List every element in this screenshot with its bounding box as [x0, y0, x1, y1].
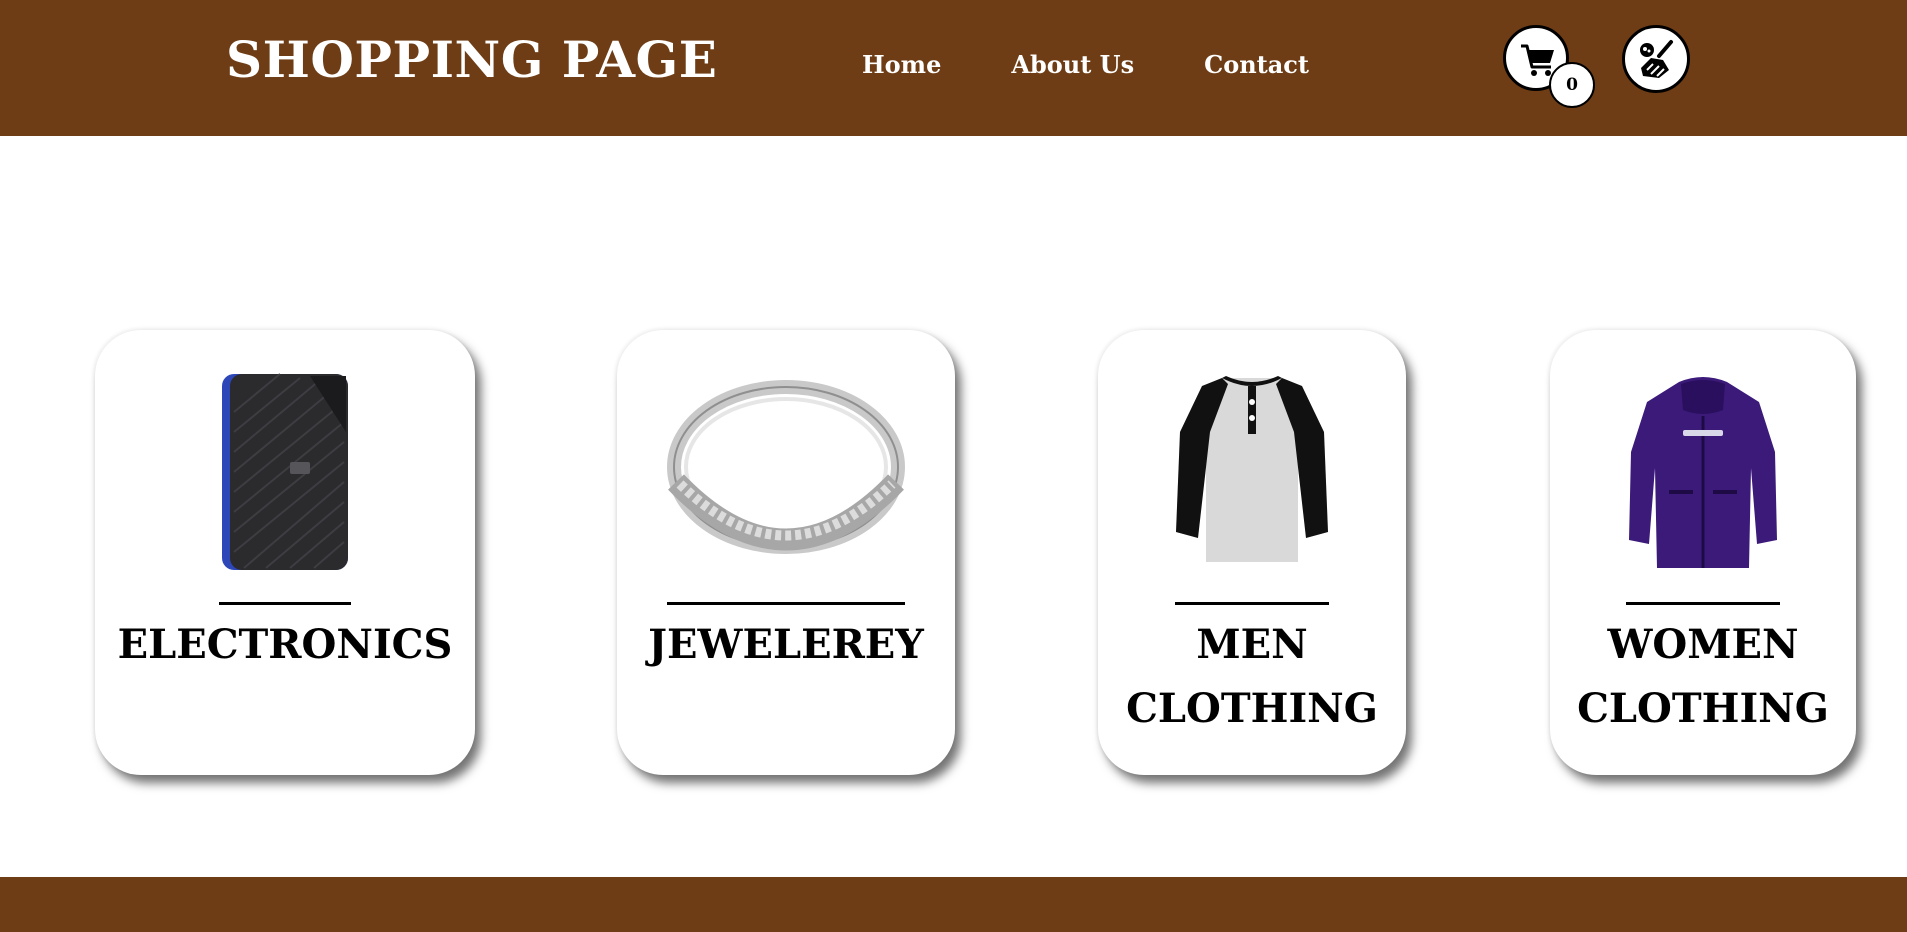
nav-link-about-us[interactable]: About Us — [1011, 50, 1134, 79]
category-label: WOMEN CLOTHING — [1550, 613, 1856, 741]
hard-drive-image — [222, 373, 348, 570]
category-label: ELECTRONICS — [117, 621, 453, 668]
jacket-image — [1629, 377, 1777, 568]
category-label-line2: CLOTHING — [1577, 685, 1829, 732]
site-title: SHOPPING PAGE — [226, 30, 718, 89]
category-label-line1: MEN — [1196, 621, 1308, 668]
category-card-women-clothing[interactable]: WOMEN CLOTHING — [1550, 330, 1856, 775]
page: SHOPPING PAGE Home About Us Contact 0 EL… — [0, 0, 1907, 932]
broom-clean-icon — [1640, 40, 1673, 78]
ring-image — [667, 380, 905, 554]
card-divider — [667, 602, 905, 605]
category-card-men-clothing[interactable]: MEN CLOTHING — [1098, 330, 1406, 775]
category-label-line1: WOMEN — [1607, 621, 1799, 668]
category-card-electronics[interactable]: ELECTRONICS — [95, 330, 475, 775]
card-divider — [1175, 602, 1329, 605]
nav-link-contact[interactable]: Contact — [1204, 50, 1309, 79]
cart-count-badge: 0 — [1549, 62, 1595, 108]
category-label: JEWELEREY — [648, 621, 924, 668]
category-label-line2: CLOTHING — [1126, 685, 1378, 732]
card-divider — [1626, 602, 1780, 605]
card-divider — [219, 602, 351, 605]
site-header: SHOPPING PAGE Home About Us Contact 0 — [0, 0, 1907, 136]
nav-link-home[interactable]: Home — [862, 50, 941, 79]
category-card-jewelerey[interactable]: JEWELEREY — [617, 330, 955, 775]
site-footer — [0, 877, 1907, 932]
category-label: MEN CLOTHING — [1098, 613, 1406, 741]
main-nav: Home About Us Contact — [862, 50, 1309, 79]
clear-button[interactable] — [1622, 25, 1690, 93]
tshirt-image — [1176, 376, 1328, 562]
